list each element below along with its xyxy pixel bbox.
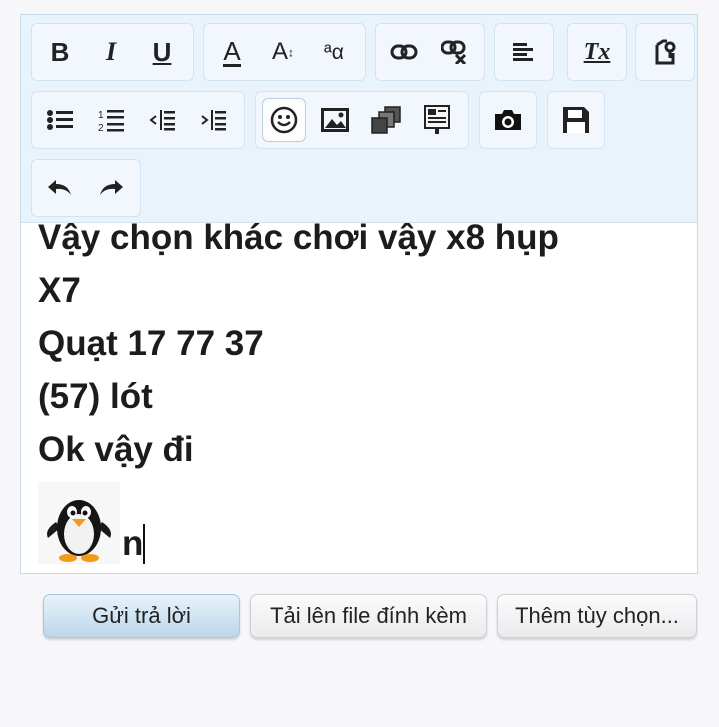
save-group [547, 91, 605, 149]
camera-button[interactable] [486, 98, 530, 142]
content-line: Ok vậy đi [38, 430, 194, 469]
emoji-button[interactable] [262, 98, 306, 142]
align-left-icon [513, 43, 533, 61]
font-family-button[interactable]: ªα [312, 30, 356, 74]
undo-button[interactable] [38, 166, 82, 210]
font-family-icon: ªα [324, 40, 344, 64]
more-options-label: Thêm tùy chọn... [515, 603, 679, 628]
paste-format-button[interactable] [643, 30, 687, 74]
italic-button[interactable]: I [89, 30, 133, 74]
camera-group [479, 91, 537, 149]
link-group [375, 23, 485, 81]
font-size-icon: A↕ [271, 38, 294, 65]
list-group: 1 2 [31, 91, 245, 149]
undo-icon [48, 180, 71, 195]
numbered-list-icon: 1 2 [98, 110, 124, 132]
underline-icon: U [152, 37, 172, 67]
text-caret [143, 524, 146, 564]
camera-icon [495, 110, 521, 130]
bullet-list-icon [47, 110, 73, 130]
clipboard-wrench-icon [655, 39, 676, 65]
insert-image-button[interactable] [313, 98, 357, 142]
penguin-icon [38, 482, 120, 564]
bullet-list-button[interactable] [38, 98, 82, 142]
font-color-button[interactable]: A [210, 30, 254, 74]
typed-text: n [122, 524, 144, 563]
font-size-button[interactable]: A↕ [261, 30, 305, 74]
remove-link-button[interactable] [433, 30, 477, 74]
insert-template-button[interactable] [415, 98, 459, 142]
indent-button[interactable] [191, 98, 235, 142]
redo-icon [100, 180, 123, 195]
insert-media-button[interactable] [364, 98, 408, 142]
smiley-icon [270, 106, 298, 134]
svg-text:1: 1 [98, 110, 104, 121]
svg-text:2: 2 [98, 123, 104, 132]
font-color-icon: A [223, 35, 241, 67]
upload-attachment-button[interactable]: Tải lên file đính kèm [250, 594, 487, 638]
save-draft-button[interactable] [554, 98, 598, 142]
bold-button[interactable]: B [38, 30, 82, 74]
link-icon [390, 44, 418, 60]
underline-button[interactable]: U [140, 30, 184, 74]
history-group [31, 159, 141, 217]
content-line: X7 [38, 271, 81, 310]
italic-icon: I [105, 37, 117, 66]
unlink-icon [441, 40, 467, 64]
upload-attachment-label: Tải lên file đính kèm [270, 603, 467, 628]
outdent-button[interactable] [140, 98, 184, 142]
text-style-group: B I U [31, 23, 194, 81]
editor-content[interactable]: Vậy chọn khác chơi vậy x8 hụp X7 Quạt 17… [38, 211, 687, 564]
tools-group [635, 23, 695, 81]
floppy-disk-icon [563, 107, 589, 133]
outdent-icon [149, 110, 175, 131]
editor-toolbar: B I U A A↕ ªα Tx 1 2 [21, 15, 697, 223]
send-reply-button[interactable]: Gửi trả lời [43, 594, 240, 638]
remove-format-button[interactable]: Tx [575, 30, 619, 74]
numbered-list-button[interactable]: 1 2 [89, 98, 133, 142]
indent-icon [201, 110, 226, 131]
remove-format-icon: Tx [583, 39, 611, 65]
font-group: A A↕ ªα [203, 23, 366, 81]
content-line: (57) lót [38, 377, 153, 416]
document-template-icon [424, 105, 450, 134]
remove-format-group: Tx [567, 23, 627, 81]
insert-link-button[interactable] [382, 30, 426, 74]
insert-group [255, 91, 469, 149]
gallery-icon [371, 106, 401, 134]
bold-icon: B [50, 37, 70, 67]
send-reply-label: Gửi trả lời [92, 603, 191, 628]
emoji-line: n [38, 482, 687, 564]
content-line: Quạt 17 77 37 [38, 324, 264, 363]
rich-text-editor: B I U A A↕ ªα Tx 1 2 Vậy chọn khác chơi … [20, 14, 698, 574]
align-group [494, 23, 554, 81]
align-button[interactable] [502, 30, 546, 74]
image-icon [321, 108, 349, 132]
redo-button[interactable] [89, 166, 133, 210]
more-options-button[interactable]: Thêm tùy chọn... [497, 594, 697, 638]
